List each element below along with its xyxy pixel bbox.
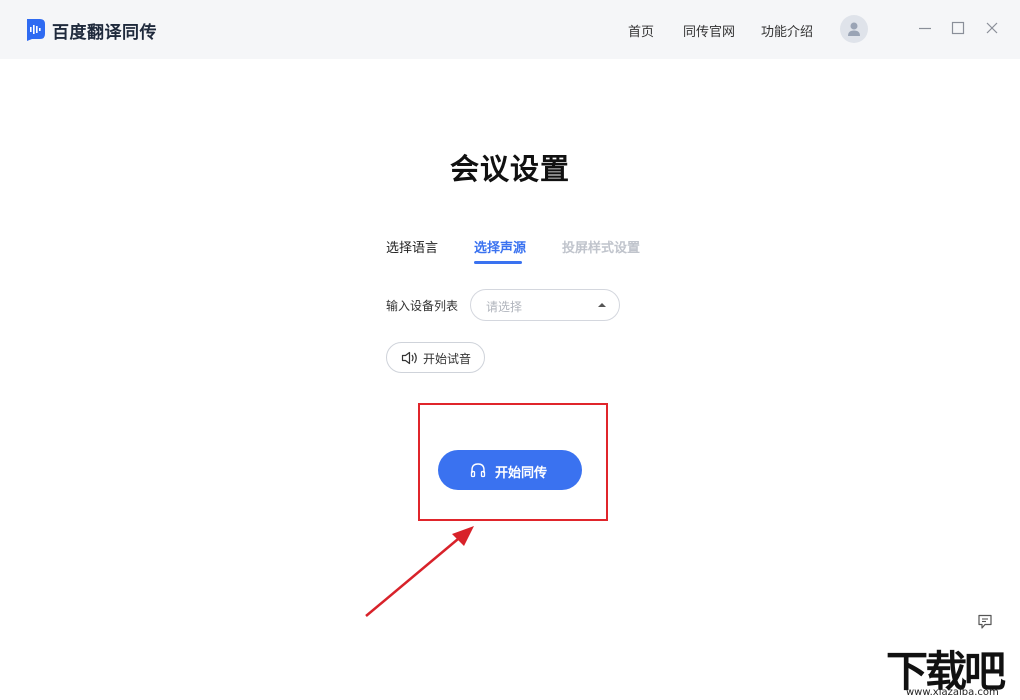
input-device-select[interactable]: 请选择 (470, 289, 620, 321)
active-tab-indicator (474, 261, 522, 264)
start-sound-test-label: 开始试音 (423, 352, 472, 366)
input-device-label: 输入设备列表 (386, 299, 459, 313)
speaker-icon (401, 351, 417, 365)
caret-up-icon (598, 303, 606, 307)
start-sound-test-button[interactable]: 开始试音 (386, 342, 485, 373)
baidu-translate-logo (27, 19, 45, 41)
avatar[interactable] (840, 15, 868, 43)
tab-screen-style-settings[interactable]: 投屏样式设置 (562, 237, 640, 256)
red-arrow-annotation (365, 526, 474, 617)
feedback-icon[interactable] (977, 614, 993, 630)
title-bar: 百度翻译同传 首页 同传官网 功能介绍 (0, 0, 1020, 59)
maximize-icon[interactable] (949, 19, 967, 37)
minimize-icon[interactable] (916, 19, 934, 37)
nav-features[interactable]: 功能介绍 (761, 21, 813, 40)
start-interpretation-label: 开始同传 (495, 465, 548, 480)
watermark-url: www.xiazaiba.com (906, 687, 999, 698)
headphones-icon (470, 463, 486, 478)
nav-official-site[interactable]: 同传官网 (683, 21, 735, 40)
start-interpretation-button[interactable]: 开始同传 (438, 450, 582, 490)
watermark: 下载吧 www.xiazaiba.com (882, 642, 1020, 700)
page-title: 会议设置 (449, 154, 570, 186)
nav-home[interactable]: 首页 (628, 21, 654, 40)
user-icon (848, 22, 860, 36)
app-title: 百度翻译同传 (52, 23, 157, 42)
close-icon[interactable] (983, 19, 1001, 37)
tab-select-audio-source[interactable]: 选择声源 (474, 237, 526, 256)
input-device-placeholder: 请选择 (486, 300, 523, 314)
tab-select-language[interactable]: 选择语言 (386, 237, 438, 256)
